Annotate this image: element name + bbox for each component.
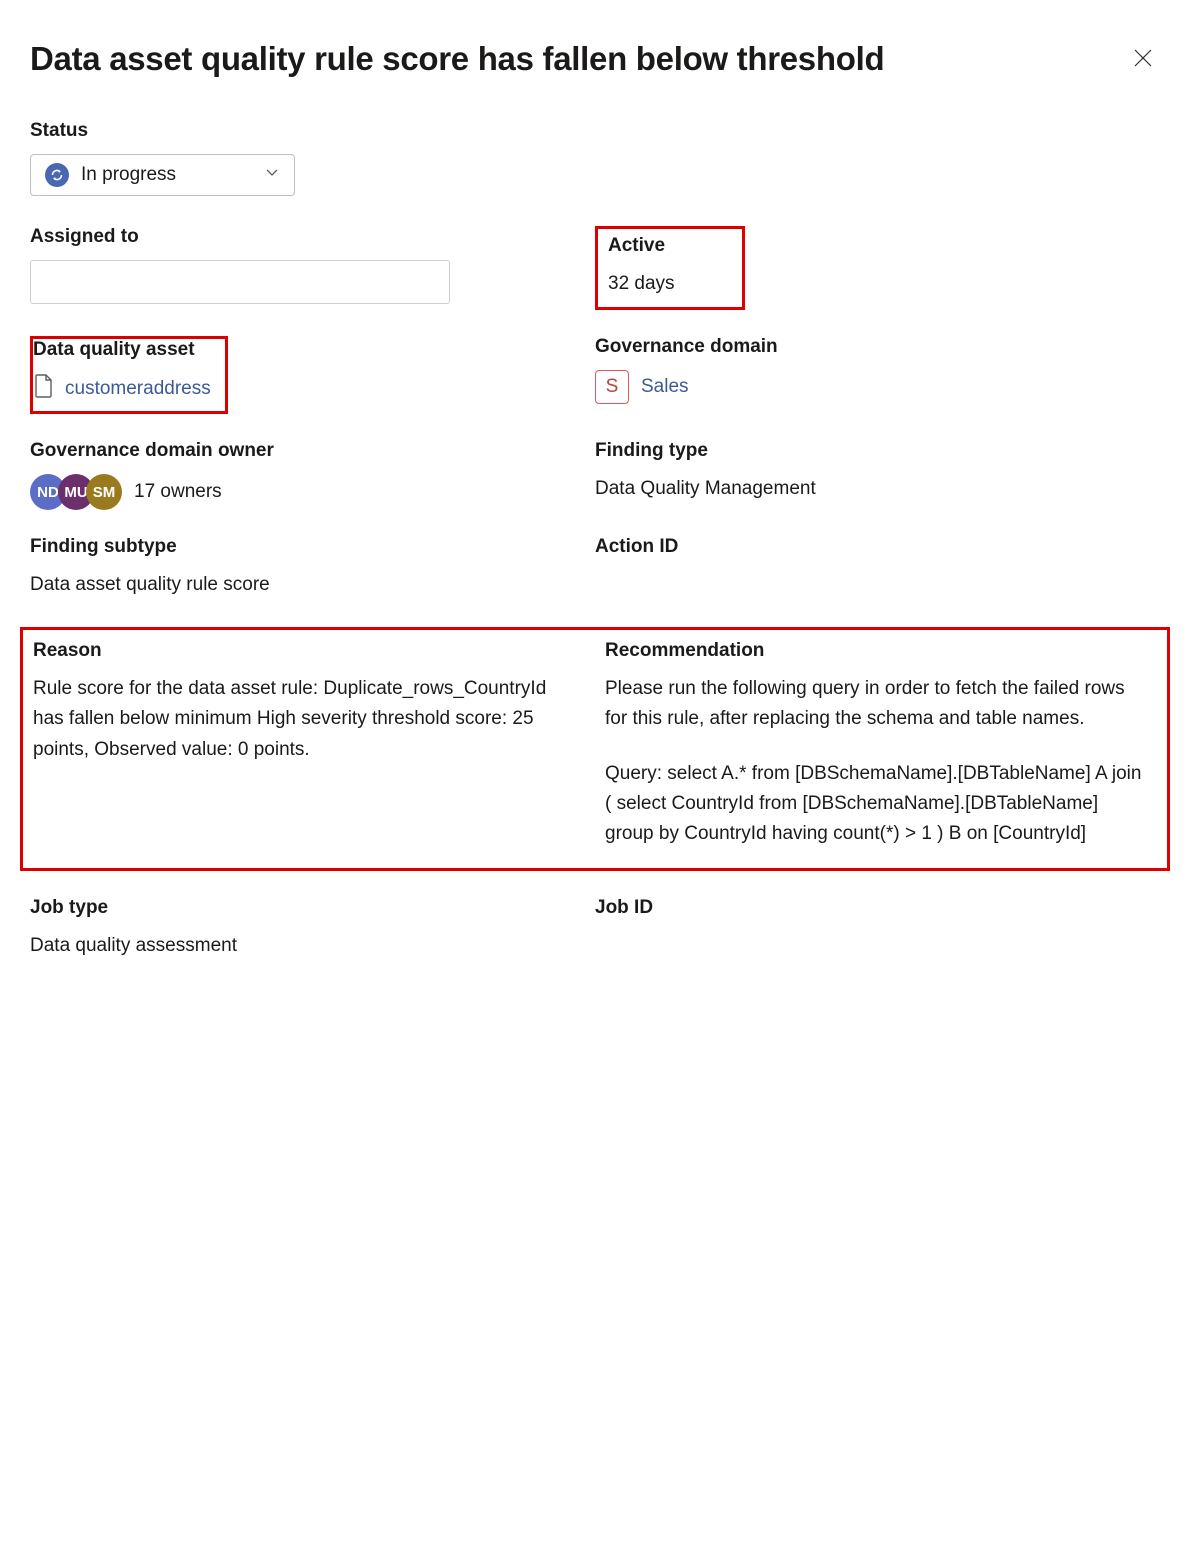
gov-domain-link[interactable]: Sales bbox=[641, 376, 689, 398]
dq-asset-label: Data quality asset bbox=[33, 339, 211, 361]
gov-domain-badge: S bbox=[595, 370, 629, 404]
active-value: 32 days bbox=[608, 269, 732, 299]
avatar: SM bbox=[86, 474, 122, 510]
assigned-to-input[interactable] bbox=[30, 260, 450, 304]
reason-recommendation-highlight-box: Reason Rule score for the data asset rul… bbox=[20, 627, 1170, 871]
close-button[interactable] bbox=[1126, 41, 1160, 78]
gov-owner-label: Governance domain owner bbox=[30, 440, 575, 462]
status-label: Status bbox=[30, 120, 1160, 142]
reason-label: Reason bbox=[33, 640, 575, 662]
active-highlight-box: Active 32 days bbox=[595, 226, 745, 310]
recommendation-paragraph-1: Please run the following query in order … bbox=[605, 674, 1147, 735]
recommendation-label: Recommendation bbox=[605, 640, 1147, 662]
finding-type-value: Data Quality Management bbox=[595, 474, 1160, 504]
dq-asset-highlight-box: Data quality asset customeraddress bbox=[30, 336, 228, 414]
recommendation-paragraph-2: Query: select A.* from [DBSchemaName].[D… bbox=[605, 759, 1147, 850]
page-title: Data asset quality rule score has fallen… bbox=[30, 40, 884, 78]
status-dropdown[interactable]: In progress bbox=[30, 154, 295, 196]
refresh-icon bbox=[45, 163, 69, 187]
owner-count-text: 17 owners bbox=[134, 481, 222, 503]
dq-asset-link[interactable]: customeraddress bbox=[65, 378, 211, 400]
close-icon bbox=[1132, 47, 1154, 72]
finding-type-label: Finding type bbox=[595, 440, 1160, 462]
gov-domain-label: Governance domain bbox=[595, 336, 1160, 358]
job-id-label: Job ID bbox=[595, 897, 1160, 919]
action-id-label: Action ID bbox=[595, 536, 1160, 558]
job-type-value: Data quality assessment bbox=[30, 931, 575, 961]
chevron-down-icon bbox=[264, 164, 280, 186]
assigned-to-label: Assigned to bbox=[30, 226, 575, 248]
reason-value: Rule score for the data asset rule: Dupl… bbox=[33, 674, 575, 765]
job-type-label: Job type bbox=[30, 897, 575, 919]
finding-subtype-label: Finding subtype bbox=[30, 536, 575, 558]
active-label: Active bbox=[608, 235, 732, 257]
file-icon bbox=[33, 373, 55, 405]
status-value: In progress bbox=[81, 164, 176, 186]
finding-subtype-value: Data asset quality rule score bbox=[30, 570, 575, 600]
owner-avatar-stack[interactable]: ND MU SM bbox=[30, 474, 122, 510]
